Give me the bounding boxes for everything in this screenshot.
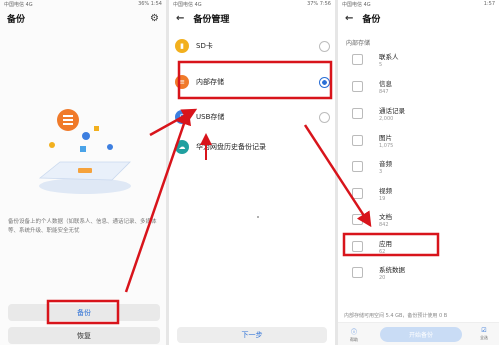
item-name: 音频 — [379, 159, 392, 168]
status-right: 37% 7:56 — [307, 1, 331, 7]
page-title: 备份 — [362, 14, 381, 25]
item-name: 图片 — [379, 133, 392, 142]
help-button[interactable]: ⓘ 帮助 — [344, 327, 364, 343]
back-arrow-icon[interactable]: ← — [176, 13, 184, 24]
option-label: USB存储 — [196, 113, 225, 121]
item-name: 通话记录 — [379, 106, 405, 115]
checkbox[interactable] — [352, 213, 363, 225]
status-left: 中国电信 4G — [4, 2, 33, 8]
list-item-apps[interactable]: 应用 62 — [352, 233, 494, 259]
item-count: 2,000 — [379, 115, 394, 122]
page-title: 备份管理 — [193, 14, 230, 25]
item-count: 62 — [379, 248, 386, 255]
option-sd-card[interactable]: ▮ SD卡 — [175, 32, 330, 60]
status-left: 中国电信 4G — [173, 2, 202, 8]
loading-dot — [257, 216, 259, 218]
list-item-system-data[interactable]: 系统数据 20 — [352, 259, 494, 285]
back-arrow-icon[interactable]: ← — [345, 13, 353, 24]
storage-note: 内部存储可用空间 5.4 GB，备份预计使用 0 B — [344, 313, 448, 319]
item-count: 847 — [379, 88, 389, 95]
status-bar: 中国电信 4G 36% 1:54 — [0, 0, 166, 8]
checkbox[interactable] — [352, 187, 363, 199]
bottom-action-bar: ⓘ 帮助 开始备份 ☑ 全选 — [338, 322, 499, 345]
item-name: 联系人 — [379, 52, 399, 61]
list-item-audio[interactable]: 音频 3 — [352, 153, 494, 179]
item-name: 文档 — [379, 212, 392, 221]
checkbox[interactable] — [352, 160, 363, 172]
item-name: 系统数据 — [379, 265, 405, 274]
checkbox[interactable] — [352, 266, 363, 278]
list-item-messages[interactable]: 信息 847 — [352, 73, 494, 99]
radio-button[interactable] — [319, 111, 330, 123]
status-bar: 中国电信 4G 37% 7:56 — [169, 0, 335, 8]
item-name: 视频 — [379, 186, 392, 195]
list-item-contacts[interactable]: 联系人 5 — [352, 46, 494, 72]
status-bar: 中国电信 4G 1:57 — [338, 0, 499, 8]
help-icon: ⓘ — [350, 329, 357, 336]
list-item-video[interactable]: 视频 19 — [352, 180, 494, 206]
gear-icon[interactable]: ⚙ — [150, 13, 159, 24]
usb-icon: ⚲ — [175, 110, 189, 124]
item-count: 1,075 — [379, 142, 394, 149]
status-right: 36% 1:54 — [138, 1, 162, 7]
internal-storage-icon: ≡ — [175, 75, 189, 89]
option-label: 内部存储 — [196, 78, 224, 86]
backup-illustration — [38, 109, 131, 194]
sd-card-icon: ▮ — [175, 39, 189, 53]
item-count: 5 — [379, 61, 383, 68]
option-label: 华为网盘历史备份记录 — [196, 143, 266, 151]
option-cloud-history[interactable]: ☁ 华为网盘历史备份记录 — [175, 133, 330, 161]
option-internal-storage[interactable]: ≡ 内部存储 — [175, 68, 330, 96]
status-right: 1:57 — [483, 1, 495, 7]
help-label: 帮助 — [350, 337, 358, 342]
checkbox[interactable] — [352, 240, 363, 252]
option-usb-storage[interactable]: ⚲ USB存储 — [175, 103, 330, 131]
backup-manage-screen: 中国电信 4G 37% 7:56 ← 备份管理 ▮ SD卡 ≡ 内部存储 ⚲ U… — [169, 0, 335, 345]
backup-description: 备份设备上的个人数据（如联系人、信息、通话记录、多媒体等、系统升级、职能安全无忧 — [8, 219, 157, 234]
app-bar: ← 备份管理 — [169, 8, 335, 28]
list-item-pictures[interactable]: 图片 1,075 — [352, 127, 494, 153]
checkbox[interactable] — [352, 134, 363, 146]
list-item-documents[interactable]: 文档 842 — [352, 206, 494, 232]
checkbox[interactable] — [352, 107, 363, 119]
item-count: 3 — [379, 168, 383, 175]
checkbox[interactable] — [352, 53, 363, 65]
app-bar: 备份 ⚙ — [0, 8, 166, 28]
cloud-history-icon: ☁ — [175, 140, 189, 154]
app-bar: ← 备份 — [338, 8, 499, 28]
list-item-call-log[interactable]: 通话记录 2,000 — [352, 100, 494, 126]
radio-button[interactable] — [319, 40, 330, 52]
start-backup-button[interactable]: 开始备份 — [380, 327, 462, 342]
next-button[interactable]: 下一步 — [177, 327, 327, 343]
backup-home-screen: 中国电信 4G 36% 1:54 备份 ⚙ 备份设备上的个人数据（如联系人、信息… — [0, 0, 166, 345]
item-count: 842 — [379, 221, 389, 228]
select-all-icon: ☑ — [481, 327, 487, 334]
backup-button[interactable]: 备份 — [8, 304, 160, 321]
item-count: 20 — [379, 274, 386, 281]
checkbox[interactable] — [352, 80, 363, 92]
item-name: 信息 — [379, 79, 392, 88]
page-title: 备份 — [7, 14, 26, 25]
backup-select-screen: 中国电信 4G 1:57 ← 备份 内部存储 联系人 5 信息 847 通话记录 2,… — [338, 0, 499, 345]
option-label: SD卡 — [196, 42, 213, 50]
item-count: 19 — [379, 195, 386, 202]
radio-button-selected[interactable] — [319, 76, 330, 88]
status-left: 中国电信 4G — [342, 2, 371, 8]
restore-button[interactable]: 恢复 — [8, 327, 160, 344]
select-all-label: 全选 — [480, 335, 488, 340]
item-name: 应用 — [379, 239, 392, 248]
select-all-button[interactable]: ☑ 全选 — [474, 327, 494, 341]
